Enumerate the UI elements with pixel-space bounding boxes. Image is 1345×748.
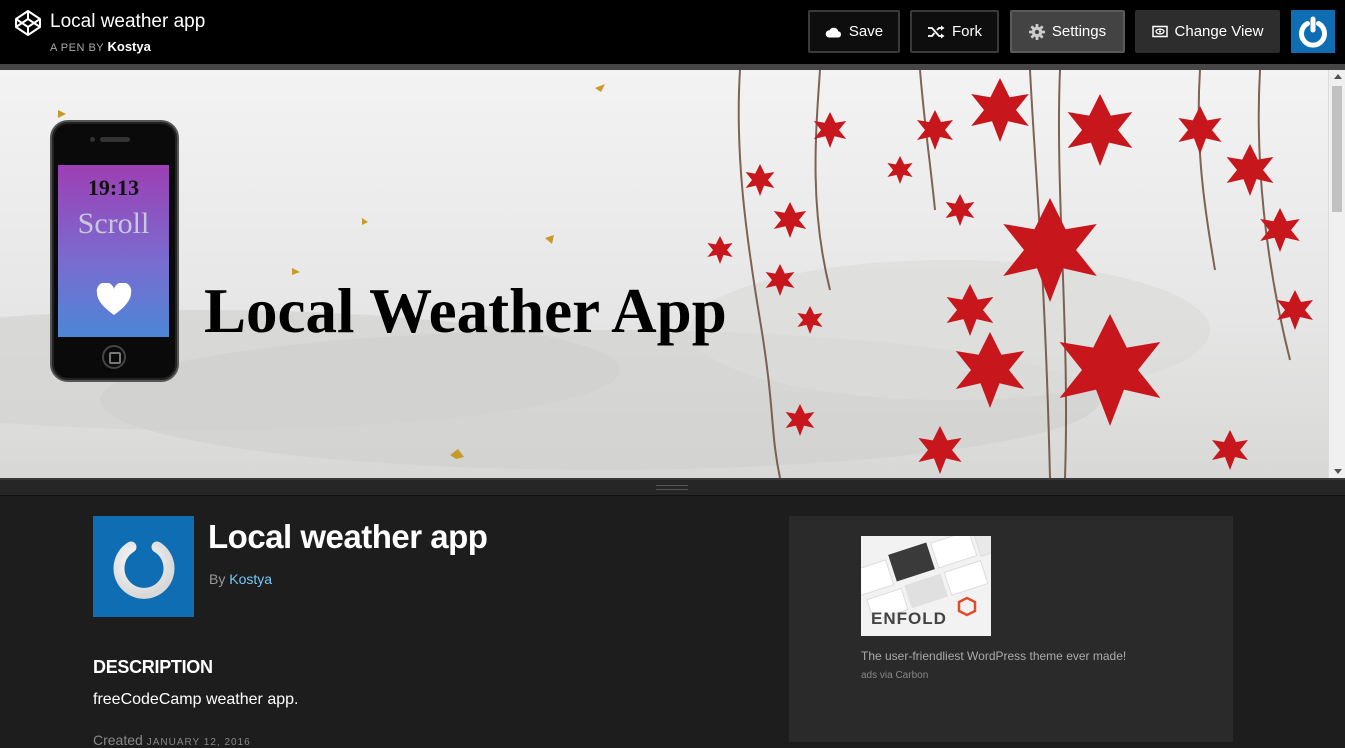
settings-label: Settings bbox=[1051, 23, 1107, 40]
preview-scrollbar[interactable] bbox=[1328, 70, 1345, 478]
user-avatar[interactable] bbox=[1291, 10, 1335, 53]
created-date: JANUARY 12, 2016 bbox=[146, 737, 251, 748]
phone-time: 19:13 bbox=[87, 175, 140, 200]
author-avatar[interactable] bbox=[93, 516, 194, 617]
fork-label: Fork bbox=[952, 23, 982, 40]
ad-brand: ENFOLD bbox=[871, 609, 947, 628]
phone-mockup: 19:13 Scroll bbox=[50, 120, 179, 382]
autumn-leaves-background bbox=[0, 70, 1328, 478]
top-bar: Local weather app A PEN BY Kostya Save F… bbox=[0, 0, 1345, 64]
phone-speaker bbox=[100, 137, 130, 142]
phone-camera bbox=[90, 137, 95, 142]
scroll-down-arrow-icon[interactable] bbox=[1334, 469, 1342, 474]
cloud-icon bbox=[825, 27, 841, 37]
author-link[interactable]: Kostya bbox=[229, 571, 272, 587]
codepen-logo-icon[interactable] bbox=[14, 9, 42, 37]
details-title: Local weather app bbox=[208, 518, 488, 555]
change-view-button[interactable]: Change View bbox=[1135, 10, 1280, 53]
by-label: By bbox=[209, 571, 226, 587]
resize-divider[interactable] bbox=[0, 478, 1345, 496]
created-line: Created JANUARY 12, 2016 bbox=[93, 732, 251, 748]
pen-title: Local weather app bbox=[50, 11, 206, 32]
phone-screen: 19:13 Scroll bbox=[58, 165, 169, 337]
ad-text[interactable]: The user-friendliest WordPress theme eve… bbox=[861, 649, 1126, 663]
pen-details: Local weather app By Kostya DESCRIPTION … bbox=[0, 496, 1345, 748]
settings-button[interactable]: Settings bbox=[1010, 10, 1125, 53]
ad-via-link[interactable]: ads via Carbon bbox=[861, 670, 928, 681]
phone-home-button bbox=[102, 345, 126, 369]
heart-icon[interactable] bbox=[96, 283, 132, 317]
created-label: Created bbox=[93, 732, 143, 748]
ad-panel: ENFOLD The user-friendliest WordPress th… bbox=[789, 516, 1233, 742]
app-heading: Local Weather App bbox=[204, 276, 727, 346]
power-icon bbox=[113, 532, 174, 599]
scroll-up-arrow-icon[interactable] bbox=[1334, 74, 1342, 79]
description-text: freeCodeCamp weather app. bbox=[93, 691, 299, 708]
preview-pane[interactable]: 19:13 Scroll Local Weather App bbox=[0, 70, 1345, 478]
save-button[interactable]: Save bbox=[808, 10, 900, 53]
ad-image[interactable]: ENFOLD bbox=[861, 536, 991, 636]
fork-button[interactable]: Fork bbox=[910, 10, 999, 53]
resize-grip-icon[interactable] bbox=[656, 485, 688, 490]
power-icon bbox=[1299, 16, 1327, 48]
pen-by-line: A PEN BY Kostya bbox=[50, 39, 151, 54]
pen-by-label: A PEN BY bbox=[50, 42, 104, 54]
pen-author-link[interactable]: Kostya bbox=[108, 39, 151, 54]
gear-icon bbox=[1028, 23, 1045, 40]
description-heading: DESCRIPTION bbox=[93, 657, 213, 677]
phone-scroll-label[interactable]: Scroll bbox=[58, 207, 169, 241]
eye-icon bbox=[1151, 25, 1168, 38]
details-byline: By Kostya bbox=[209, 571, 272, 587]
fork-icon bbox=[928, 25, 945, 38]
save-label: Save bbox=[848, 23, 884, 40]
scroll-thumb[interactable] bbox=[1332, 86, 1342, 212]
change-view-label: Change View bbox=[1174, 23, 1264, 40]
